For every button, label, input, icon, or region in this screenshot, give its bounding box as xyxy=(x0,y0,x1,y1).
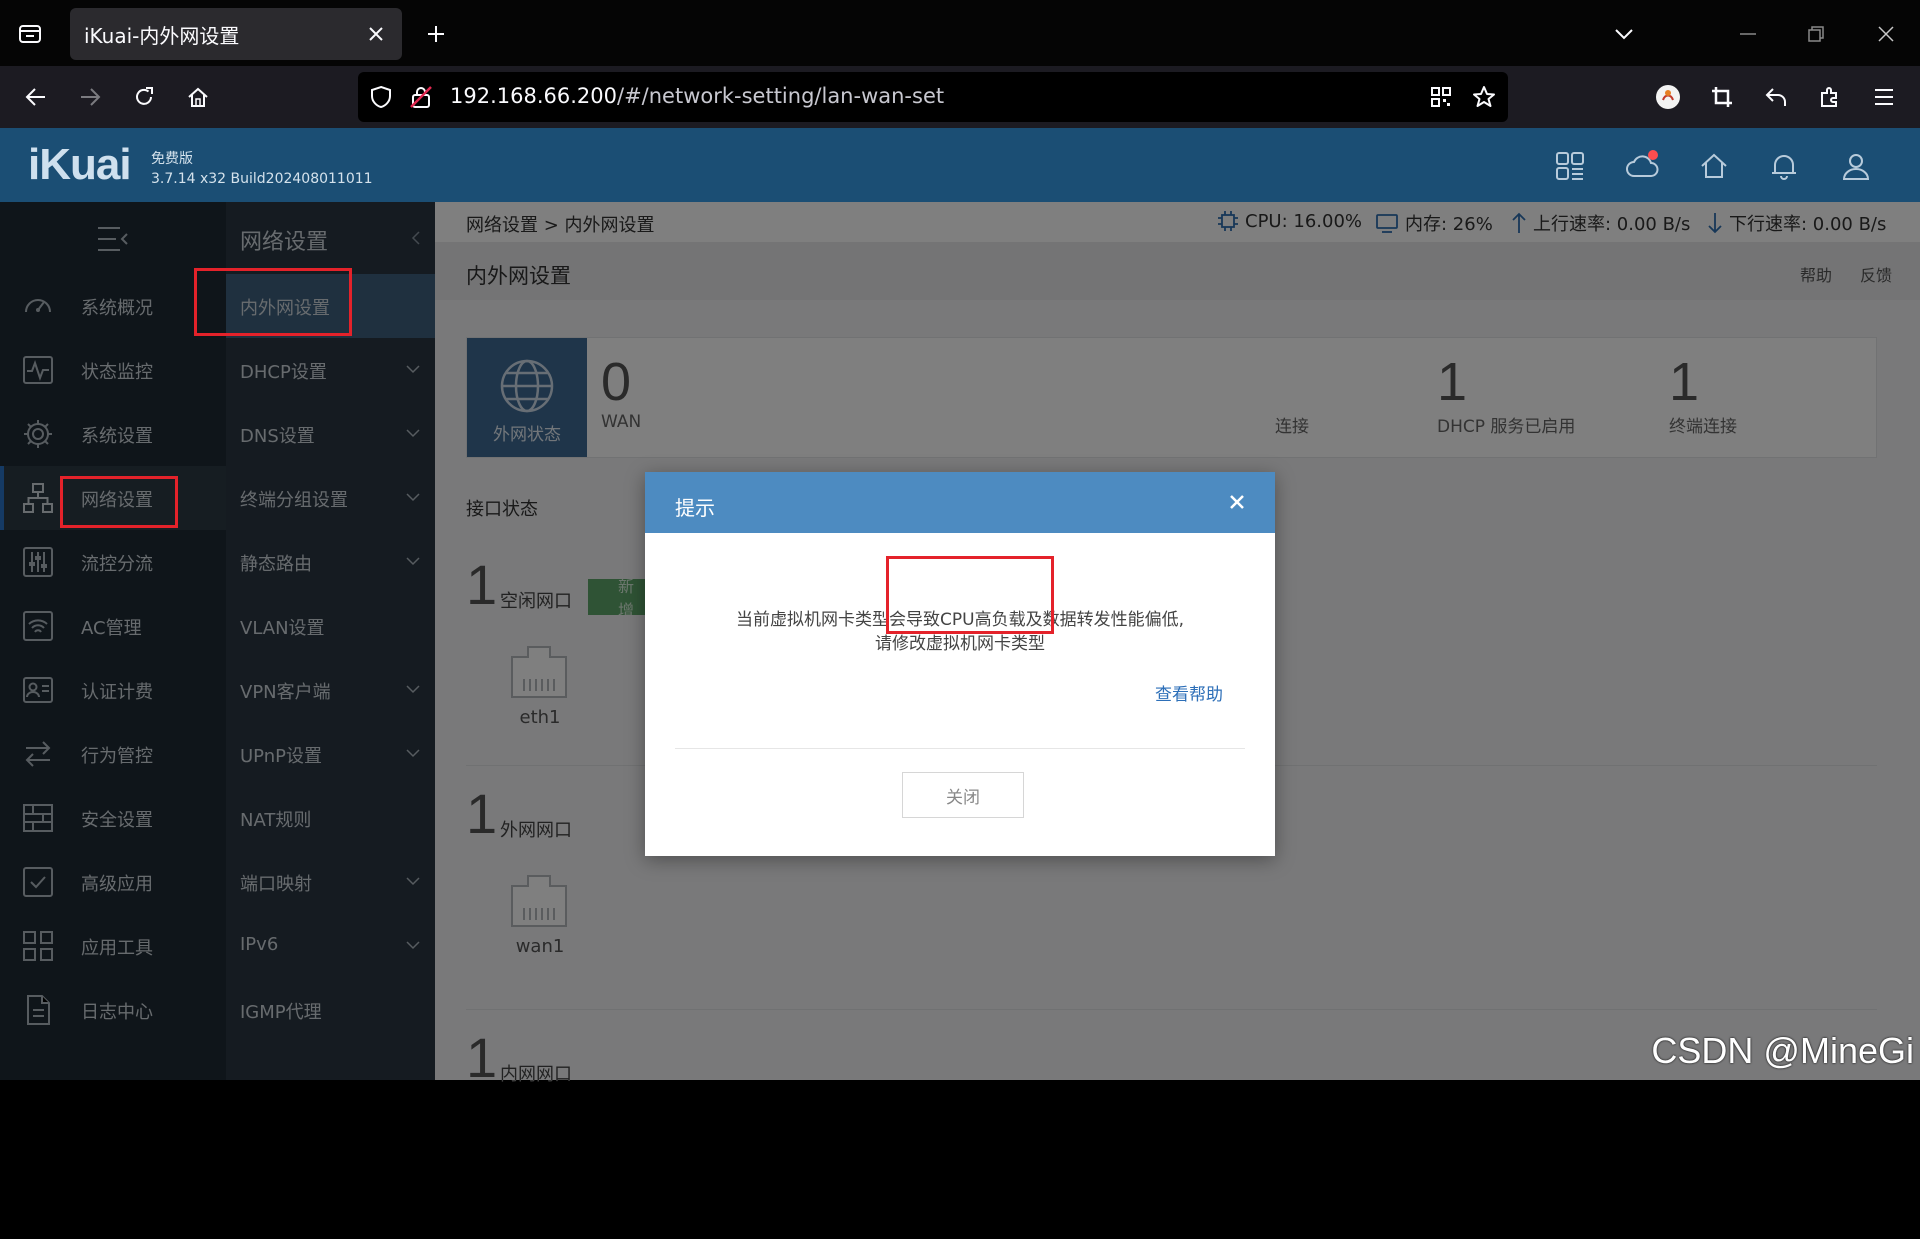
tab-overflow-chevron-icon[interactable] xyxy=(1606,16,1642,52)
window-close-icon[interactable] xyxy=(1868,16,1904,52)
back-arrow-icon[interactable] xyxy=(18,79,54,115)
watermark: CSDN @MineGi xyxy=(1651,1030,1914,1071)
home-icon[interactable] xyxy=(180,79,216,115)
view-help-link[interactable]: 查看帮助 xyxy=(1155,680,1223,705)
dialog-message-line1: 当前虚拟机网卡类型会导致CPU高负载及数据转发性能偏低, xyxy=(736,610,1184,630)
upgrade-house-icon[interactable] xyxy=(1694,146,1734,186)
edition-label: 免费版 xyxy=(151,151,193,167)
dialog-divider xyxy=(675,748,1245,749)
window-minimize-icon[interactable] xyxy=(1730,16,1766,52)
apps-grid-icon[interactable] xyxy=(1550,146,1590,186)
bookmark-star-icon[interactable] xyxy=(1472,85,1496,109)
new-tab-plus-icon[interactable] xyxy=(420,18,452,50)
close-icon[interactable] xyxy=(1223,488,1251,516)
app-topbar: iKuai 免费版 3.7.14 x32 Build202408011011 xyxy=(0,128,1920,202)
dialog-title: 提示 xyxy=(675,496,715,520)
url-bar[interactable]: 192.168.66.200/#/network-setting/lan-wan… xyxy=(358,72,1508,122)
dialog-message: 当前虚拟机网卡类型会导致CPU高负载及数据转发性能偏低, 请修改虚拟机网卡类型 xyxy=(645,608,1275,656)
tab-title: iKuai-内外网设置 xyxy=(84,23,240,48)
user-icon[interactable] xyxy=(1836,146,1876,186)
cloud-icon[interactable] xyxy=(1622,146,1662,186)
browser-tab-strip: iKuai-内外网设置 xyxy=(0,0,1920,66)
notification-dot xyxy=(1648,150,1658,160)
browser-nav-bar: 192.168.66.200/#/network-setting/lan-wan… xyxy=(0,66,1920,128)
insecure-lock-icon[interactable] xyxy=(410,85,432,109)
version-label: 3.7.14 x32 Build202408011011 xyxy=(151,171,373,187)
reload-icon[interactable] xyxy=(126,79,162,115)
forward-arrow-icon[interactable] xyxy=(72,79,108,115)
modal-overlay: 提示 当前虚拟机网卡类型会导致CPU高负载及数据转发性能偏低, 请修改虚拟机网卡… xyxy=(0,202,1920,1080)
screenshot-crop-icon[interactable] xyxy=(1704,79,1740,115)
hamburger-menu-icon[interactable] xyxy=(1866,79,1902,115)
qr-code-icon[interactable] xyxy=(1430,86,1452,108)
tab-list-icon[interactable] xyxy=(14,18,46,50)
tracking-shield-icon[interactable] xyxy=(370,85,392,109)
url-path: /#/network-setting/lan-wan-set xyxy=(617,84,945,108)
close-button[interactable]: 关闭 xyxy=(902,772,1024,818)
undo-arrow-icon[interactable] xyxy=(1758,79,1794,115)
extension-avatar-icon[interactable] xyxy=(1650,79,1686,115)
extensions-puzzle-icon[interactable] xyxy=(1812,79,1848,115)
browser-tab-active[interactable]: iKuai-内外网设置 xyxy=(70,8,402,60)
edition-info: 免费版 3.7.14 x32 Build202408011011 xyxy=(151,149,373,189)
ikuai-logo[interactable]: iKuai xyxy=(28,140,132,190)
dialog-message-line2: 请修改虚拟机网卡类型 xyxy=(875,634,1045,654)
ikuai-app: iKuai 免费版 3.7.14 x32 Build202408011011 系… xyxy=(0,128,1920,1088)
url-host: 192.168.66.200 xyxy=(450,84,617,108)
dialog-header: 提示 xyxy=(645,472,1275,533)
bell-icon[interactable] xyxy=(1764,146,1804,186)
url-text[interactable]: 192.168.66.200/#/network-setting/lan-wan… xyxy=(450,84,944,108)
window-restore-icon[interactable] xyxy=(1798,16,1834,52)
notice-dialog: 提示 当前虚拟机网卡类型会导致CPU高负载及数据转发性能偏低, 请修改虚拟机网卡… xyxy=(645,472,1275,856)
tab-close-icon[interactable] xyxy=(362,20,390,48)
